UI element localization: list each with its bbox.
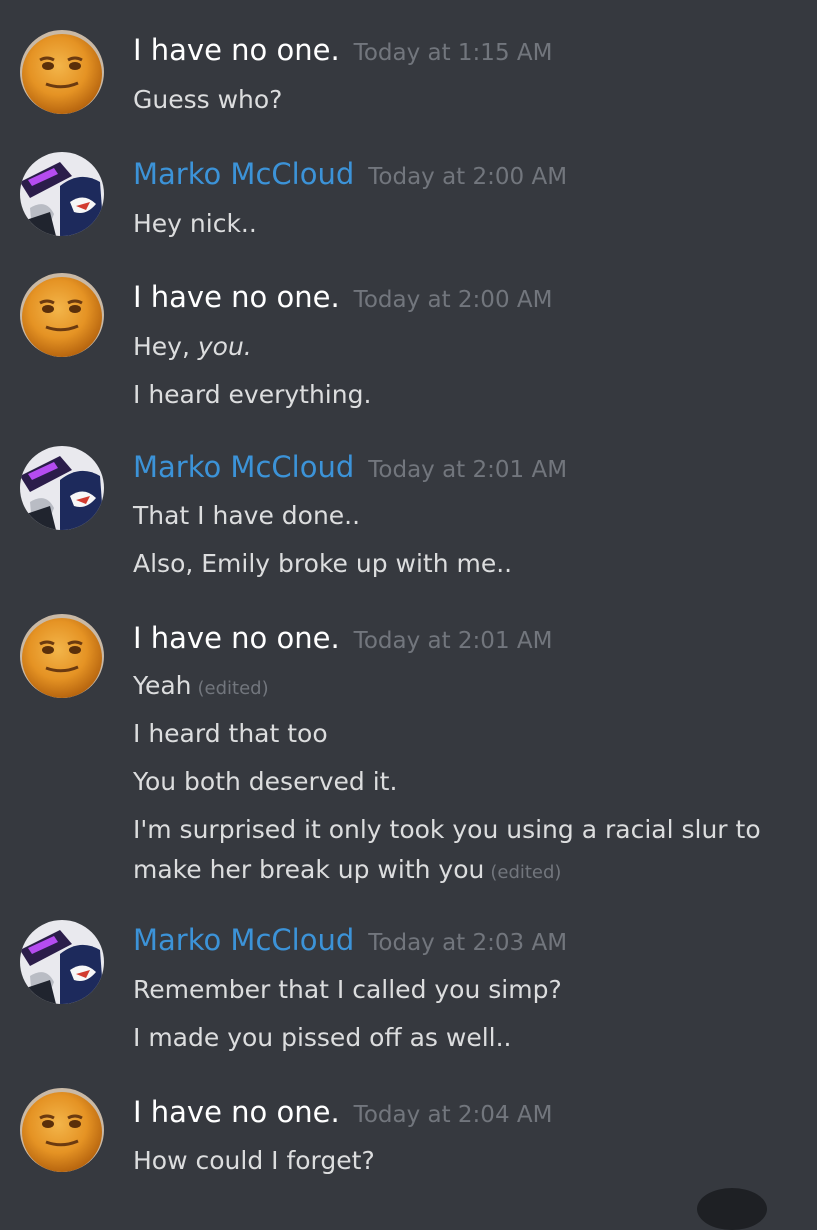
timestamp: Today at 1:15 AM	[353, 40, 553, 66]
message-text: That I have done..	[133, 501, 361, 530]
username[interactable]: I have no one.	[133, 280, 340, 314]
message-text-part: Hey,	[133, 332, 190, 361]
timestamp: Today at 2:04 AM	[353, 1102, 553, 1128]
timestamp: Today at 2:01 AM	[368, 457, 568, 483]
message-text: How could I forget?	[133, 1146, 375, 1175]
timestamp: Today at 2:03 AM	[368, 930, 568, 956]
message-text: Yeah (edited)	[133, 666, 787, 709]
orange-avatar-icon[interactable]	[20, 273, 104, 357]
message-text: Remember that I called you simp?	[133, 975, 562, 1004]
username[interactable]: I have no one.	[133, 33, 340, 67]
scroll-indicator[interactable]	[697, 1188, 767, 1230]
message-text: I'm surprised it only took you using a r…	[133, 810, 793, 893]
edited-label: (edited)	[197, 678, 269, 699]
message-text-part: Yeah	[133, 671, 192, 700]
message-text-italic: you.	[197, 332, 252, 361]
username[interactable]: Marko McCloud	[133, 923, 354, 957]
edited-label: (edited)	[490, 862, 562, 883]
orange-avatar-icon[interactable]	[20, 1088, 104, 1172]
marko-avatar-icon[interactable]	[20, 446, 104, 530]
marko-avatar-icon[interactable]	[20, 920, 104, 1004]
message-text: You both deserved it.	[133, 767, 398, 796]
orange-avatar-icon[interactable]	[20, 30, 104, 114]
message-text: I heard that too	[133, 719, 328, 748]
message-text: Hey, you.	[133, 327, 787, 367]
message-text: I heard everything.	[133, 380, 372, 409]
message-text: I made you pissed off as well..	[133, 1023, 512, 1052]
username[interactable]: Marko McCloud	[133, 157, 354, 191]
username[interactable]: I have no one.	[133, 621, 340, 655]
username[interactable]: Marko McCloud	[133, 450, 354, 484]
message-text: Guess who?	[133, 85, 283, 114]
message-text: Also, Emily broke up with me..	[133, 549, 513, 578]
orange-avatar-icon[interactable]	[20, 614, 104, 698]
message-text-part: I'm surprised it only took you using a r…	[133, 815, 761, 884]
username[interactable]: I have no one.	[133, 1095, 340, 1129]
marko-avatar-icon[interactable]	[20, 152, 104, 236]
timestamp: Today at 2:00 AM	[368, 164, 568, 190]
timestamp: Today at 2:01 AM	[353, 628, 553, 654]
message-text: Hey nick..	[133, 209, 257, 238]
timestamp: Today at 2:00 AM	[353, 287, 553, 313]
